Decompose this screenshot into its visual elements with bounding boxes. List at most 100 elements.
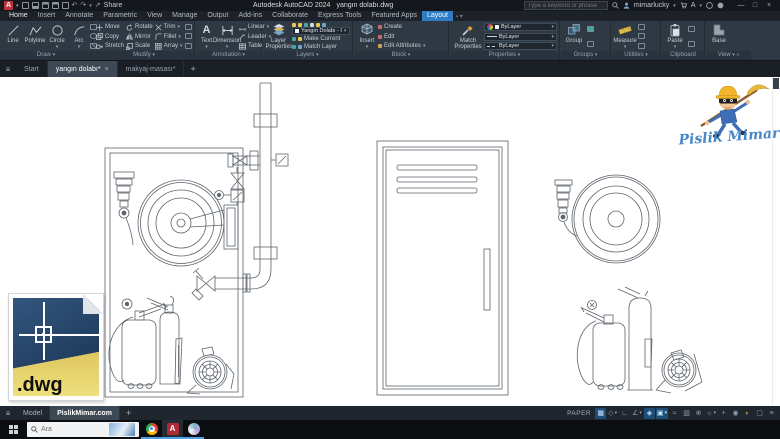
object-color-dropdown[interactable]: ByLayer▾ [484,23,557,31]
base-view-tool[interactable]: Base [708,22,730,51]
new-layout-icon[interactable]: + [120,406,137,420]
clipboard-extra-tools[interactable] [686,22,696,51]
object-snap-tracking-icon[interactable]: ≈ [669,408,680,419]
group-extra-tools[interactable] [585,22,595,51]
tab-insert[interactable]: Insert [33,11,61,21]
tab-annotate[interactable]: Annotate [60,11,98,21]
tab-manage[interactable]: Manage [167,11,202,21]
offset-icon[interactable] [185,43,192,49]
save-as-icon[interactable] [52,2,59,9]
share-button[interactable]: Share [104,2,123,9]
help-search-input[interactable] [525,3,607,9]
new-tab-icon[interactable]: + [184,61,201,77]
fillet-tool[interactable]: Fillet ▾ [155,33,183,41]
cart-icon[interactable] [680,2,687,9]
polyline-tool[interactable]: Polyline [24,22,46,51]
group-edit-icon[interactable] [587,41,594,47]
explode-icon[interactable] [185,33,192,39]
copy-tool[interactable]: Copy [96,33,124,41]
notification-icon[interactable] [717,2,724,9]
open-file-icon[interactable] [32,2,39,9]
space-indicator[interactable]: PAPER [567,410,591,417]
lineweight-dropdown[interactable]: ByLayer▾ [484,33,557,41]
block-edit-button[interactable]: Edit [378,33,426,41]
minimize-button[interactable]: — [734,0,748,11]
chrome-taskbar-button[interactable] [141,420,162,439]
annotation-scale-icon[interactable]: + [718,408,729,419]
search-icon[interactable] [612,2,619,9]
maximize-button[interactable]: □ [748,0,762,11]
tab-express-tools[interactable]: Express Tools [313,11,366,21]
arc-tool[interactable]: Arc▾ [68,22,90,51]
layout-tab-pislikmimar[interactable]: PislikMimar.com [50,406,120,420]
panel-title-properties[interactable]: Properties ▾ [450,51,559,60]
panel-title-view[interactable]: View ▾ » [706,51,751,60]
isolate-objects-icon[interactable]: ◐ [742,408,753,419]
snap-mode-icon[interactable]: ◇▾ [607,408,618,419]
file-tabs-menu-icon[interactable]: ≡ [0,61,16,77]
panel-title-layers[interactable]: Layers ▾ [263,51,352,60]
app3-taskbar-button[interactable] [183,420,204,439]
measure-tool[interactable]: Measure▾ [614,22,636,51]
customization-icon[interactable]: ≡ [766,408,777,419]
layout-tabs-menu-icon[interactable]: ≡ [0,406,16,420]
file-tab-yangin-dolabi[interactable]: yangın dolabı*× [48,61,118,77]
ortho-mode-icon[interactable]: ∟ [619,408,630,419]
save-icon[interactable] [42,2,49,9]
panel-title-block[interactable]: Block ▾ [354,51,448,60]
paste-tool[interactable]: Paste▾ [664,22,686,51]
account-dropdown-icon[interactable]: ▾ [673,3,676,9]
qat-dropdown-icon[interactable]: ▾ [89,3,92,9]
start-button[interactable] [0,420,26,439]
workspace-switching-icon[interactable]: ☼▾ [705,408,717,419]
block-create-button[interactable]: Create [378,23,426,31]
make-current-button[interactable]: Make Current [292,35,350,43]
transparency-icon[interactable]: ▥ [681,408,692,419]
stretch-tool[interactable]: Stretch [96,42,124,50]
circle-tool[interactable]: Circle▾ [46,22,68,51]
tab-layout[interactable]: Layout [422,11,453,21]
autocad-taskbar-button[interactable]: A [162,420,183,439]
polar-tracking-icon[interactable]: ∠▾ [631,408,643,419]
match-properties-tool[interactable]: Match Properties [452,22,484,51]
object-snap-icon[interactable]: ▣▾ [656,408,668,419]
canvas-scrollbar[interactable] [772,77,780,406]
rotate-tool[interactable]: Rotate [126,23,153,31]
tab-home[interactable]: Home [4,11,33,21]
modify-extra-tools[interactable] [185,22,192,51]
redo-icon[interactable]: ↷ [80,1,86,10]
panel-title-annotation[interactable]: Annotation ▾ [196,51,261,60]
utilities-extra-tools[interactable] [636,22,646,51]
selection-cycling-icon[interactable]: ⊕ [693,408,704,419]
copy-clip-icon[interactable] [688,41,695,47]
linetype-dropdown[interactable]: ByLayer▾ [484,42,557,50]
erase-icon[interactable] [185,24,192,30]
text-tool[interactable]: A Text▾ [198,22,215,51]
insert-block-tool[interactable]: Insert▾ [356,22,378,51]
drawing-canvas[interactable]: Pislik Mimar .dwg [0,77,780,406]
dimension-tool[interactable]: Dimension▾ [215,22,239,51]
taskbar-search-input[interactable] [41,426,106,433]
tab-output[interactable]: Output [202,11,233,21]
cut-icon[interactable] [688,26,695,32]
scrollbar-thumb[interactable] [773,78,779,89]
quick-select-icon[interactable] [638,24,645,30]
group-tool[interactable]: Group [563,22,585,51]
tab-addins[interactable]: Add-ins [233,11,267,21]
close-tab-icon[interactable]: × [105,66,109,73]
plot-icon[interactable] [62,2,69,9]
trim-tool[interactable]: Trim ▾ [155,23,183,31]
tab-collaborate[interactable]: Collaborate [267,11,313,21]
layout-tab-model[interactable]: Model [16,406,50,420]
annotation-monitor-icon[interactable]: ◉ [730,408,741,419]
mirror-tool[interactable]: Mirror [126,33,153,41]
panel-title-draw[interactable]: Draw ▾ [0,51,92,60]
app-menu-arrow-icon[interactable]: ▾ [16,3,19,9]
panel-title-clipboard[interactable]: Clipboard [662,51,704,60]
line-tool[interactable]: Line [2,22,24,51]
isodraft-icon[interactable]: ◈ [644,408,655,419]
user-icon[interactable] [623,2,630,9]
autocad-logo-icon[interactable]: A [4,1,13,10]
undo-icon[interactable]: ↶ [72,1,78,10]
username[interactable]: mimarlucky [634,2,669,9]
